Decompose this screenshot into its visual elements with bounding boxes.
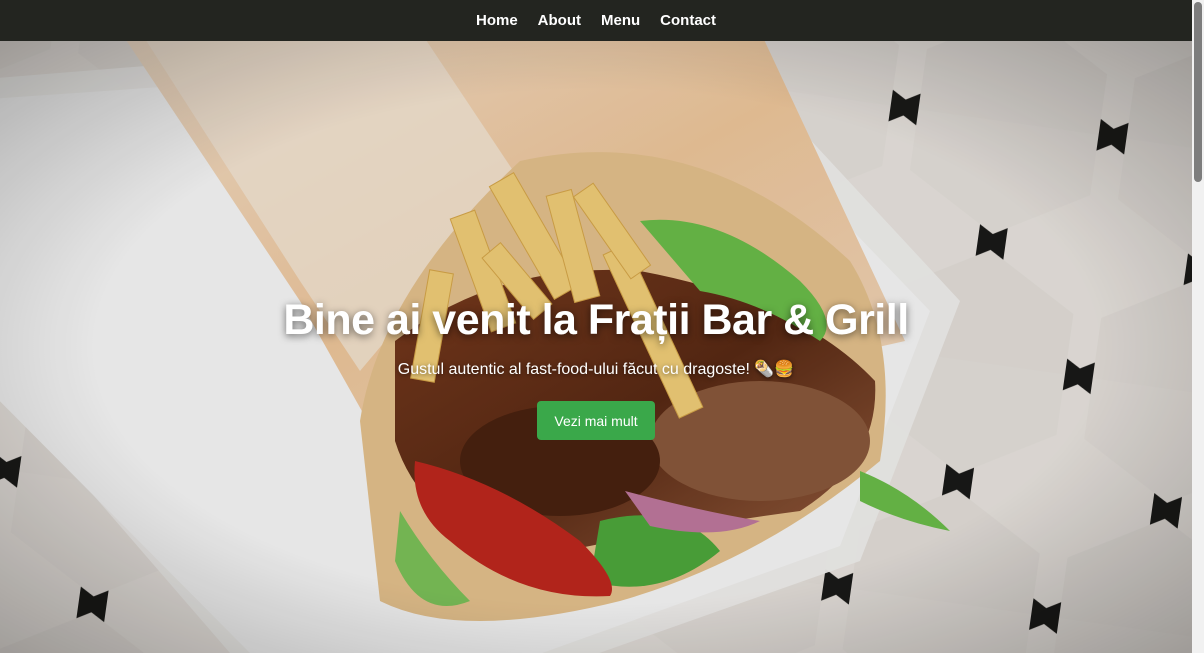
- page: Home About Menu Contact Bine ai venit la…: [0, 0, 1204, 653]
- hero-subtitle: Gustul autentic al fast-food-ului făcut …: [397, 361, 795, 378]
- nav-link-about[interactable]: About: [538, 0, 581, 41]
- hero-content: Bine ai venit la Frații Bar & Grill Gust…: [0, 296, 1192, 440]
- hero-section: Bine ai venit la Frații Bar & Grill Gust…: [0, 41, 1192, 653]
- cta-button[interactable]: Vezi mai mult: [537, 401, 655, 440]
- scrollbar-thumb[interactable]: [1194, 2, 1202, 182]
- hero-title: Bine ai venit la Frații Bar & Grill: [283, 296, 909, 344]
- nav-link-menu[interactable]: Menu: [601, 0, 640, 41]
- top-navbar: Home About Menu Contact: [0, 0, 1192, 41]
- nav-link-contact[interactable]: Contact: [660, 0, 716, 41]
- page-scrollbar[interactable]: [1192, 0, 1204, 653]
- nav-link-home[interactable]: Home: [476, 0, 518, 41]
